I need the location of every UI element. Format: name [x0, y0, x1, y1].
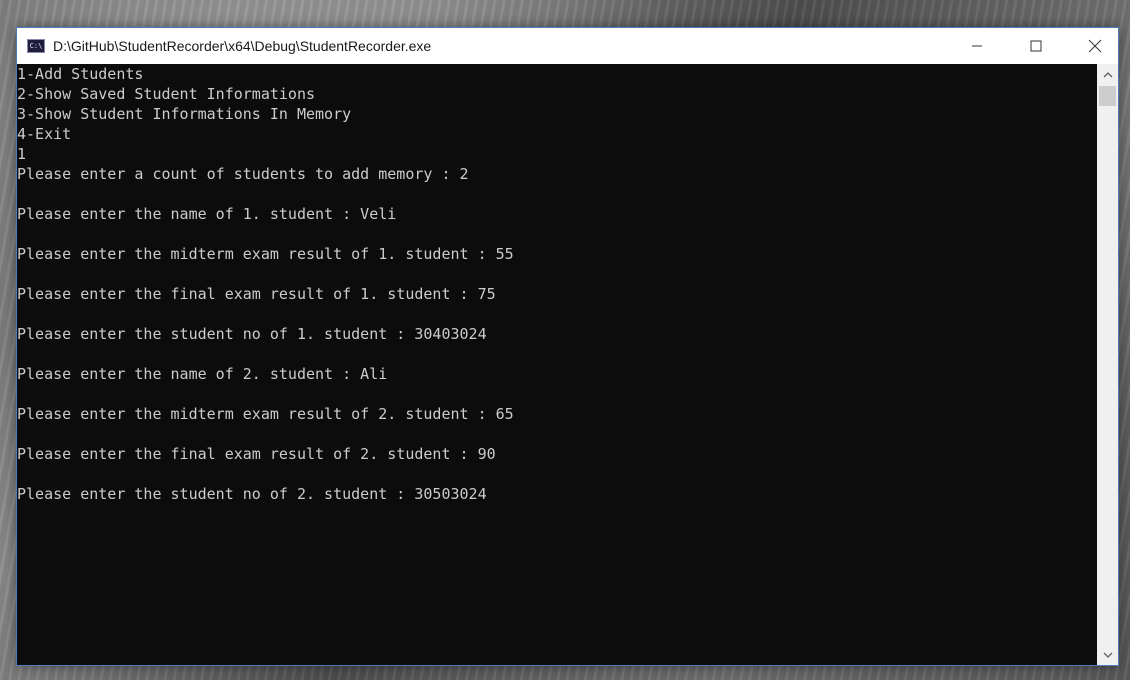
console-app-icon: C:\	[27, 39, 45, 53]
console-line: Please enter the final exam result of 1.…	[17, 285, 496, 303]
console-line: Please enter the student no of 2. studen…	[17, 485, 487, 503]
maximize-icon	[1030, 40, 1042, 52]
minimize-button[interactable]	[954, 28, 1000, 64]
scroll-thumb[interactable]	[1099, 86, 1116, 106]
console-line: 1	[17, 145, 27, 163]
console-line: 1-Add Students	[17, 65, 144, 83]
chevron-up-icon	[1103, 71, 1112, 77]
console-line: 4-Exit	[17, 125, 72, 143]
window-title: D:\GitHub\StudentRecorder\x64\Debug\Stud…	[53, 38, 432, 54]
console-line: Please enter the student no of 1. studen…	[17, 325, 487, 343]
scroll-down-button[interactable]	[1097, 644, 1118, 665]
console-line: Please enter a count of students to add …	[17, 165, 469, 183]
console-line: Please enter the midterm exam result of …	[17, 245, 514, 263]
console-output[interactable]: 1-Add Students 2-Show Saved Student Infor…	[17, 64, 1097, 665]
scroll-up-button[interactable]	[1097, 64, 1118, 85]
chevron-down-icon	[1103, 652, 1112, 658]
console-line: 3-Show Student Informations In Memory	[17, 105, 352, 123]
close-button[interactable]	[1072, 28, 1118, 64]
vertical-scrollbar[interactable]	[1097, 64, 1118, 665]
minimize-icon	[972, 45, 982, 47]
console-line: Please enter the midterm exam result of …	[17, 405, 514, 423]
console-line: Please enter the final exam result of 2.…	[17, 445, 496, 463]
close-icon	[1088, 39, 1102, 53]
maximize-button[interactable]	[1013, 28, 1059, 64]
console-window[interactable]: C:\ D:\GitHub\StudentRecorder\x64\Debug\…	[16, 27, 1119, 666]
console-line: Please enter the name of 1. student : Ve…	[17, 205, 397, 223]
console-text: 1-Add Students 2-Show Saved Student Infor…	[17, 64, 1097, 504]
title-bar[interactable]: C:\ D:\GitHub\StudentRecorder\x64\Debug\…	[17, 28, 1118, 64]
console-line: Please enter the name of 2. student : Al…	[17, 365, 388, 383]
console-line: 2-Show Saved Student Informations	[17, 85, 316, 103]
caption-buttons	[941, 28, 1118, 64]
console-app-icon-glyph: C:\	[29, 41, 43, 50]
